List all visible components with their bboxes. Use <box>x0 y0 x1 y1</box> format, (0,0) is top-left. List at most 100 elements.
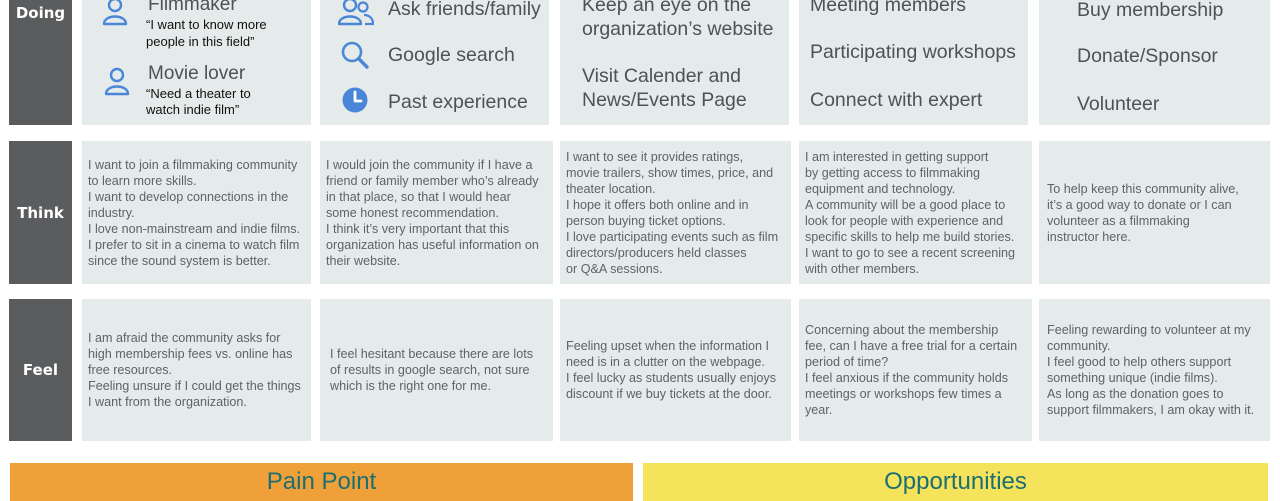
pain-point-title: Pain Point <box>266 468 377 495</box>
feel-cell-4: Concerning about the membership fee, can… <box>799 299 1032 441</box>
feel-cell-2: I feel hesitant because there are lots o… <box>320 299 553 441</box>
ask-friends-label: Ask friends/family <box>388 0 541 20</box>
movie-lover-quote-line1: “Need a theater to <box>146 86 251 101</box>
google-search-label: Google search <box>388 44 515 66</box>
keep-eye-line1: Keep an eye on the <box>582 0 752 16</box>
think-4-line: by getting access to filmmaking <box>805 165 980 180</box>
feel-4-line: meetings or workshops few times a <box>805 387 1002 401</box>
think-3-line: I hope it offers both online and in <box>566 197 749 212</box>
past-experience-label: Past experience <box>388 91 528 113</box>
think-1-line: since the sound system is better. <box>88 253 271 268</box>
row-label-doing-text: Doing <box>15 3 66 22</box>
filmmaker-quote-line1: “I want to know more <box>146 17 267 32</box>
doing-cell-2: Ask friends/family Google search Past ex… <box>320 0 549 125</box>
think-1-line: I want to develop connections in the <box>88 189 289 204</box>
think-4-line: equipment and technology. <box>805 181 956 196</box>
think-5-line: instructor here. <box>1047 229 1131 244</box>
row-label-feel-text: Feel <box>22 361 59 379</box>
think-2-line: friend or family member who’s already <box>326 173 539 188</box>
feel-5-line: community. <box>1047 339 1111 353</box>
movie-lover-quote-line2: watch indie film” <box>146 102 240 117</box>
think-4-line: look for people with experience and <box>805 213 1004 228</box>
filmmaker-quote-line2: people in this field” <box>146 34 255 49</box>
feel-3-line: discount if we buy tickets at the door. <box>566 387 772 401</box>
pain-point-banner: Pain Point <box>10 463 633 501</box>
keep-eye-line2: organization’s website <box>582 18 774 40</box>
opportunities-banner: Opportunities <box>643 463 1268 501</box>
think-3-line: person buying ticket options. <box>566 213 726 228</box>
feel-1-line: I am afraid the community asks for <box>88 331 281 345</box>
think-3-line: I love participating events such as film <box>566 229 779 244</box>
think-1-line: I prefer to sit in a cinema to watch fil… <box>88 237 300 252</box>
think-cell-1: I want to join a filmmaking community to… <box>82 141 311 284</box>
feel-5-line: something unique (indie films). <box>1047 371 1218 385</box>
feel-5-line: Feeling rewarding to volunteer at my <box>1047 323 1251 337</box>
feel-2-line: I feel hesitant because there are lots <box>330 347 534 361</box>
opportunities-title: Opportunities <box>884 468 1027 495</box>
think-1-line: I want to join a filmmaking community <box>88 157 298 172</box>
feel-cell-3: Feeling upset when the information I nee… <box>560 299 791 441</box>
think-2-line: in that place, so that I would hear <box>326 189 511 204</box>
row-label-feel: Feel <box>9 299 72 441</box>
think-3-line: theater location. <box>566 181 656 196</box>
filmmaker-title: Filmmaker <box>148 0 237 15</box>
think-3-line: or Q&A sessions. <box>566 261 663 276</box>
think-3-line: directors/producers held classes <box>566 245 747 260</box>
people-icon <box>337 0 375 31</box>
think-2-line: I think it’s very important that this <box>326 221 510 236</box>
think-2-line: organization has useful information on <box>326 237 539 252</box>
feel-5-line: support filmmakers, I am okay with it. <box>1047 403 1255 417</box>
think-1-line: industry. <box>88 205 135 220</box>
think-4-line: specific skills to help me build stories… <box>805 229 1015 244</box>
feel-4-line: year. <box>805 403 833 417</box>
doing-cell-3: Keep an eye on the organization’s websit… <box>560 0 789 125</box>
feel-2-line: of results in google search, not sure <box>330 363 530 377</box>
think-4-line: I want to go to see a recent screening <box>805 245 1016 260</box>
feel-1-line: high membership fees vs. online has <box>88 347 293 361</box>
feel-3-line: need is in a clutter on the webpage. <box>566 355 765 369</box>
think-4-line: A community will be a good place to <box>805 197 1006 212</box>
feel-4-line: fee, can I have a free trial for a certa… <box>805 339 1018 353</box>
think-cell-2: I would join the community if I have a f… <box>320 141 553 284</box>
feel-2-line: which is the right one for me. <box>330 379 491 393</box>
feel-4-line: period of time? <box>805 355 889 369</box>
feel-3-line: Feeling upset when the information I <box>566 339 770 353</box>
visit-calendar-line2: News/Events Page <box>582 89 747 111</box>
feel-4-line: Concerning about the membership <box>805 323 999 337</box>
think-5-line: it’s a good way to donate or I can <box>1047 197 1232 212</box>
feel-3-line: I feel lucky as students usually enjoys <box>566 371 777 385</box>
feel-1-line: I want from the organization. <box>88 395 247 409</box>
think-1-line: I love non-mainstream and indie films. <box>88 221 301 236</box>
row-label-doing: Doing <box>9 0 72 125</box>
think-3-line: I want to see it provides ratings, <box>566 149 744 164</box>
think-5-line: To help keep this community alive, <box>1047 181 1239 196</box>
doing-cell-4: Meeting members Participating workshops … <box>799 0 1028 125</box>
feel-5-line: I feel good to help others support <box>1047 355 1232 369</box>
person-icon <box>104 66 130 101</box>
movie-lover-title: Movie lover <box>148 63 246 84</box>
row-label-think: Think <box>9 141 72 284</box>
feel-cell-1: I am afraid the community asks for high … <box>82 299 311 441</box>
think-2-line: I would join the community if I have a <box>326 157 533 172</box>
meeting-members-label: Meeting members <box>810 0 967 16</box>
think-cell-5: To help keep this community alive, it’s … <box>1039 141 1270 284</box>
person-icon <box>102 0 128 31</box>
think-4-line: with other members. <box>805 261 920 276</box>
feel-1-line: free resources. <box>88 363 172 377</box>
visit-calendar-line1: Visit Calender and <box>582 65 741 87</box>
think-3-line: movie trailers, show times, price, and <box>566 165 774 180</box>
doing-cell-5: Buy membership Donate/Sponsor Volunteer <box>1039 0 1270 125</box>
think-2-line: some honest recommendation. <box>326 205 499 220</box>
row-label-think-text: Think <box>17 203 64 222</box>
think-5-line: volunteer as a filmmaking <box>1047 213 1190 228</box>
donate-sponsor-label: Donate/Sponsor <box>1077 45 1218 67</box>
think-4-line: I am interested in getting support <box>805 149 989 164</box>
feel-1-line: Feeling unsure if I could get the things <box>88 379 301 393</box>
doing-cell-1: Filmmaker “I want to know more people in… <box>82 0 311 125</box>
think-cell-3: I want to see it provides ratings, movie… <box>560 141 791 284</box>
connect-expert-label: Connect with expert <box>810 89 983 111</box>
think-2-line: their website. <box>326 253 401 268</box>
feel-4-line: I feel anxious if the community holds <box>805 371 1009 385</box>
volunteer-label: Volunteer <box>1077 93 1160 115</box>
search-icon <box>340 40 370 75</box>
